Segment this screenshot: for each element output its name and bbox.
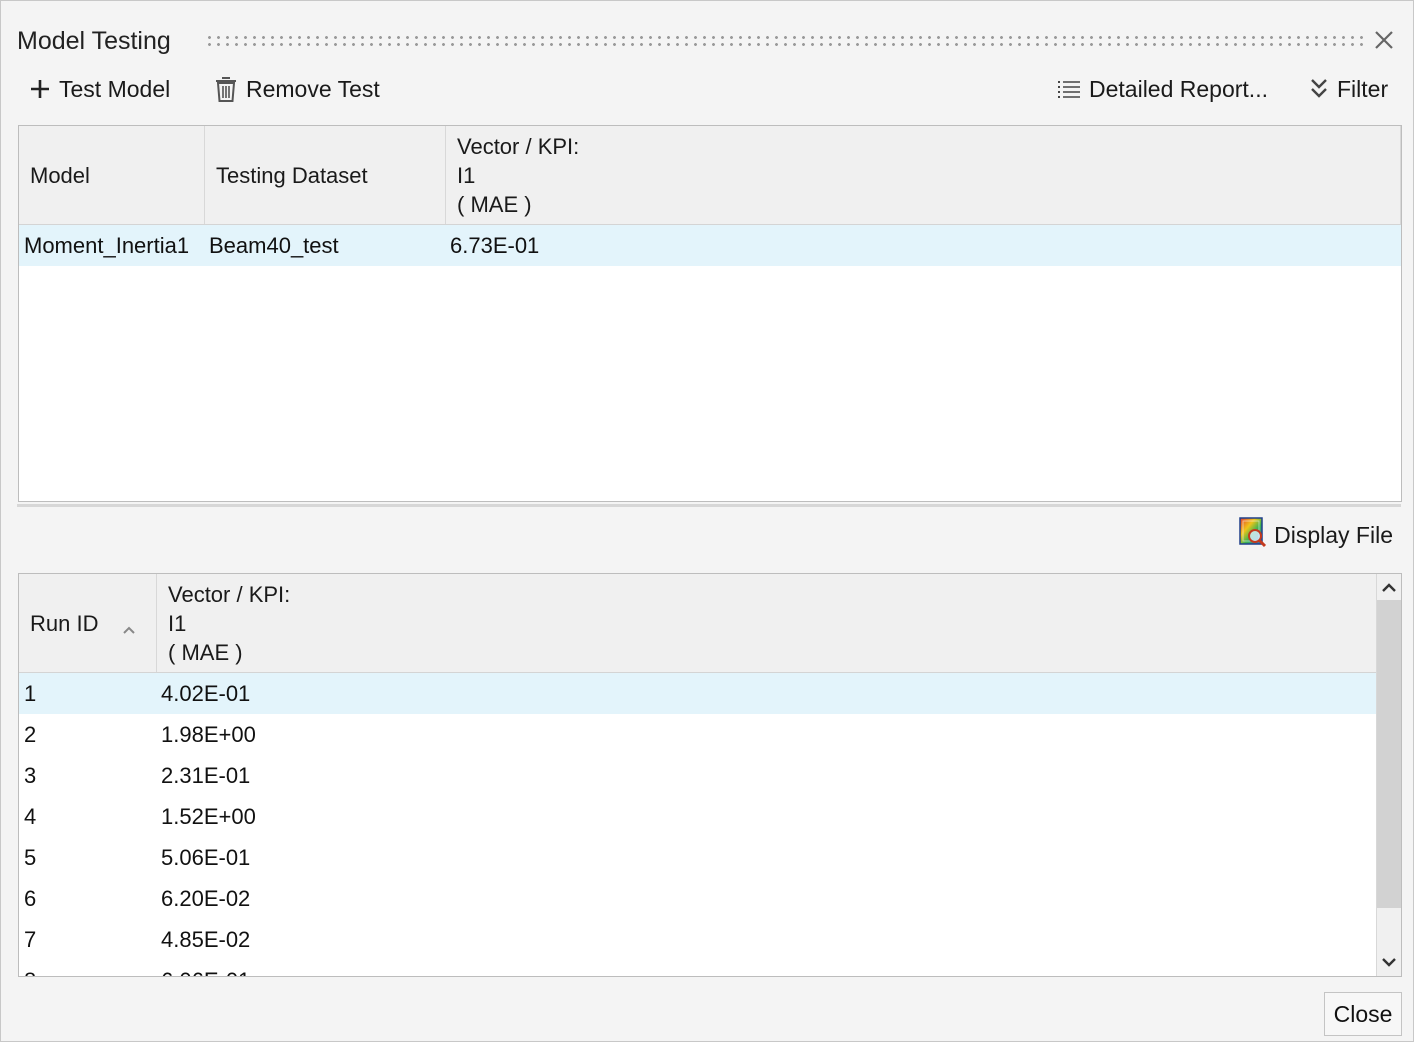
cell-model: Moment_Inertia1 [24,233,190,258]
kpi-label-line1: Vector / KPI: [168,582,291,607]
cell-run-id: 6 [24,886,37,911]
table-header: Model Testing Dataset Vector / KPI: I1 (… [19,126,1401,225]
table-header: Run ID Vector / KPI: I1 ( MAE ) [19,574,1376,673]
scroll-up-icon[interactable] [1377,576,1401,600]
kpi-label-line2: I1 [168,611,187,636]
plus-icon [29,78,51,100]
cell-run-id: 3 [24,763,37,788]
toolbar: Test Model Remove Test Detailed Report..… [19,71,1395,107]
cell-run-id: 8 [24,960,36,976]
kpi-label-line2: I1 [457,163,476,188]
cell-value: 6.73E-01 [450,233,540,258]
table-row[interactable]: 8 6.06E-01 [19,960,1376,976]
cell-dataset: Beam40_test [209,233,339,258]
list-icon [1057,79,1081,99]
cell-value: 6.20E-02 [161,886,251,911]
display-file-button[interactable]: Display File [1238,517,1393,553]
column-header-model[interactable]: Model [19,126,205,224]
panel-splitter[interactable] [17,504,1401,507]
display-file-label: Display File [1274,521,1393,548]
cell-run-id: 2 [24,722,37,747]
remove-test-button[interactable]: Remove Test [214,71,380,107]
scroll-down-icon[interactable] [1377,950,1401,974]
model-testing-dialog: Model Testing Test Model Remove Test Det… [0,0,1414,1042]
header-label: Testing Dataset [216,163,368,188]
column-header-kpi[interactable]: Vector / KPI: I1 ( MAE ) [446,126,1401,224]
test-model-label: Test Model [59,75,171,102]
filter-button[interactable]: Filter [1309,71,1388,107]
cell-value: 1.98E+00 [161,722,256,747]
table-row[interactable]: 1 4.02E-01 [19,673,1376,714]
kpi-label-line3: ( MAE ) [168,640,243,665]
sort-asc-icon [122,613,136,642]
close-button[interactable]: Close [1324,992,1402,1036]
scrollbar-thumb[interactable] [1377,600,1401,908]
test-results-table: Model Testing Dataset Vector / KPI: I1 (… [18,125,1402,502]
cell-run-id: 5 [24,845,37,870]
run-results-table: Run ID Vector / KPI: I1 ( MAE ) 1 4.02E-0… [18,573,1402,977]
remove-test-label: Remove Test [246,75,380,102]
header-label: Vector / KPI: I1 ( MAE ) [457,132,579,219]
double-chevron-down-icon [1309,77,1329,101]
trash-icon [214,75,238,103]
table-row[interactable]: 6 6.20E-02 [19,878,1376,919]
table-row[interactable]: 7 4.85E-02 [19,919,1376,960]
table-row[interactable]: 4 1.52E+00 [19,796,1376,837]
detailed-report-button[interactable]: Detailed Report... [1057,71,1268,107]
cell-value: 2.31E-01 [161,763,251,788]
cell-value: 1.52E+00 [161,804,256,829]
cell-value: 4.85E-02 [161,927,251,952]
test-model-button[interactable]: Test Model [29,71,170,107]
close-icon[interactable] [1369,25,1399,55]
filter-label: Filter [1337,75,1389,102]
column-header-testing-dataset[interactable]: Testing Dataset [205,126,446,224]
cell-run-id: 1 [24,681,37,706]
column-header-kpi[interactable]: Vector / KPI: I1 ( MAE ) [157,574,1375,672]
cell-value: 5.06E-01 [161,845,251,870]
vertical-scrollbar[interactable] [1376,574,1401,976]
table-row[interactable]: Moment_Inertia1 Beam40_test 6.73E-01 [19,225,1401,266]
cell-run-id: 4 [24,804,37,829]
header-label: Model [30,163,90,188]
header-label: Run ID [30,611,99,636]
kpi-label-line1: Vector / KPI: [457,134,580,159]
column-header-run-id[interactable]: Run ID [19,574,157,672]
table-row[interactable]: 3 2.31E-01 [19,755,1376,796]
table-row[interactable]: 2 1.98E+00 [19,714,1376,755]
detailed-report-label: Detailed Report... [1089,75,1268,102]
title-bar[interactable]: Model Testing [17,25,1399,59]
cell-run-id: 7 [24,927,37,952]
display-file-icon [1238,516,1268,554]
cell-value: 6.06E-01 [161,960,250,976]
drag-handle[interactable] [205,34,1365,48]
table-row[interactable]: 5 5.06E-01 [19,837,1376,878]
header-label: Vector / KPI: I1 ( MAE ) [168,580,290,667]
cell-value: 4.02E-01 [161,681,251,706]
dialog-title: Model Testing [17,27,171,55]
kpi-label-line3: ( MAE ) [457,192,532,217]
